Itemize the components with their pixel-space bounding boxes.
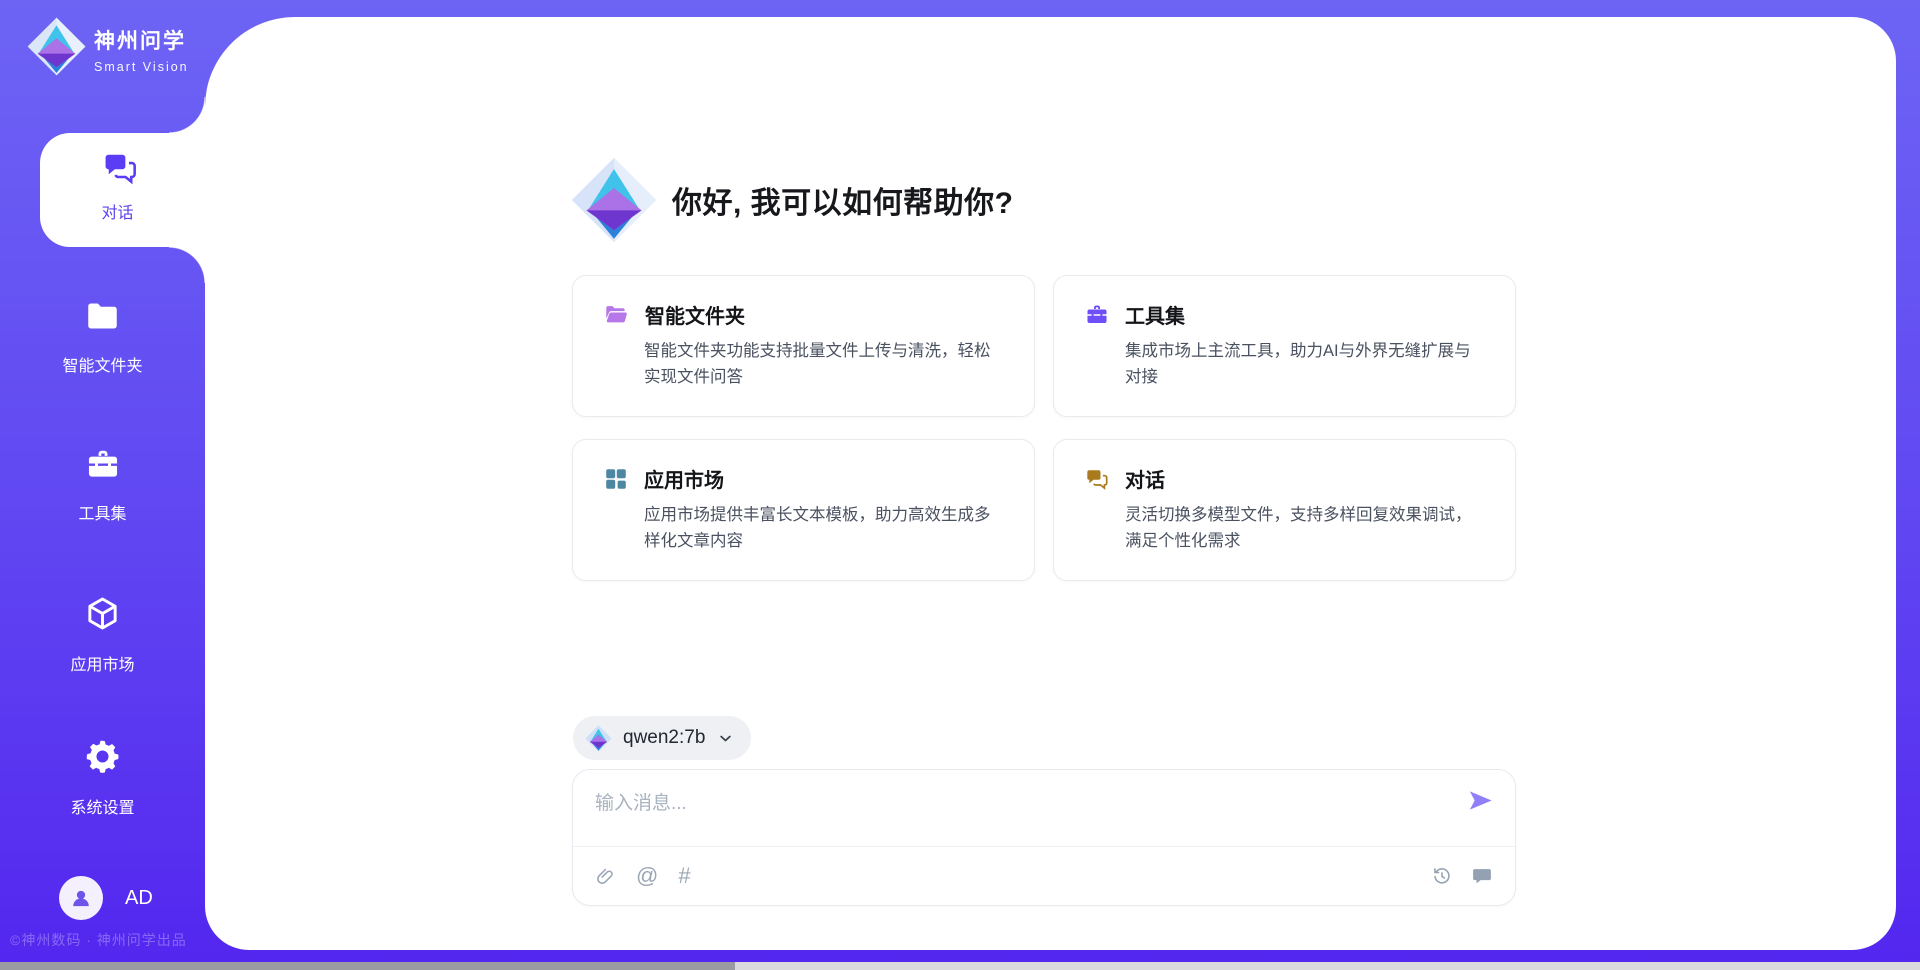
model-logo-icon (585, 725, 612, 752)
user-name: AD (125, 887, 153, 910)
sidebar-item-smart-folder[interactable]: 智能文件夹 (0, 300, 205, 376)
card-title: 对话 (1125, 464, 1165, 493)
composer-toolbar: @ # (573, 846, 1515, 905)
greeting-section: 你好, 我可以如何帮助你? (571, 157, 1014, 243)
message-input[interactable] (595, 784, 1445, 824)
sidebar-item-chat[interactable]: 对话 (40, 133, 205, 247)
sidebar: 神州问学 Smart Vision 对话 智能文件夹 (0, 0, 205, 970)
copyright-text: ©神州数码 · 神州问学出品 (10, 930, 187, 950)
mention-icon[interactable]: @ (636, 865, 658, 887)
briefcase-icon (1085, 303, 1109, 326)
sidebar-item-label: 对话 (40, 199, 195, 223)
chat-icon (1085, 467, 1109, 491)
avatar (59, 876, 103, 920)
sidebar-item-label: 应用市场 (0, 651, 205, 675)
chat-icon (102, 150, 138, 186)
sidebar-item-toolset[interactable]: 工具集 (0, 447, 205, 524)
message-composer: @ # (572, 769, 1516, 906)
card-chat[interactable]: 对话 灵活切换多模型文件，支持多样回复效果调试，满足个性化需求 (1053, 439, 1516, 581)
card-description: 灵活切换多模型文件，支持多样回复效果调试，满足个性化需求 (1125, 503, 1487, 554)
briefcase-icon (85, 447, 121, 481)
card-title: 智能文件夹 (645, 300, 745, 329)
card-smart-folder[interactable]: 智能文件夹 智能文件夹功能支持批量文件上传与清洗，轻松实现文件问答 (572, 275, 1035, 417)
model-name: qwen2:7b (623, 727, 705, 749)
assistant-logo-icon (571, 157, 657, 243)
folder-open-icon (604, 304, 629, 326)
model-selector[interactable]: qwen2:7b (573, 716, 751, 760)
sidebar-item-app-market[interactable]: 应用市场 (0, 595, 205, 675)
chevron-down-icon (716, 729, 735, 748)
sidebar-item-label: 系统设置 (0, 794, 205, 818)
folder-icon (84, 300, 121, 333)
brand: 神州问学 Smart Vision (27, 17, 189, 76)
scrollbar-thumb[interactable] (0, 962, 735, 970)
sidebar-item-label: 智能文件夹 (0, 352, 205, 376)
main-panel: 你好, 我可以如何帮助你? 智能文件夹 智能文件夹功能支持批量文件上传与清洗，轻… (205, 17, 1896, 950)
card-title: 应用市场 (644, 464, 724, 493)
feature-cards: 智能文件夹 智能文件夹功能支持批量文件上传与清洗，轻松实现文件问答 工具集 集成… (572, 275, 1516, 581)
greeting-title: 你好, 我可以如何帮助你? (672, 178, 1014, 222)
card-toolset[interactable]: 工具集 集成市场上主流工具，助力AI与外界无缝扩展与对接 (1053, 275, 1516, 417)
send-icon[interactable] (1466, 786, 1495, 815)
cube-icon (84, 595, 121, 632)
history-icon[interactable] (1431, 865, 1453, 887)
brand-logo-icon (27, 17, 86, 76)
gear-icon (84, 738, 121, 775)
apps-grid-icon (604, 467, 628, 491)
hashtag-icon[interactable]: # (678, 865, 690, 887)
card-description: 智能文件夹功能支持批量文件上传与清洗，轻松实现文件问答 (644, 339, 1006, 390)
chat-bubble-icon[interactable] (1471, 865, 1493, 887)
sidebar-item-settings[interactable]: 系统设置 (0, 738, 205, 818)
card-app-market[interactable]: 应用市场 应用市场提供丰富长文本模板，助力高效生成多样化文章内容 (572, 439, 1035, 581)
card-title: 工具集 (1125, 300, 1185, 329)
attach-file-icon[interactable] (595, 866, 616, 887)
user-profile[interactable]: AD (59, 876, 153, 920)
card-description: 应用市场提供丰富长文本模板，助力高效生成多样化文章内容 (644, 503, 1006, 554)
horizontal-scrollbar[interactable] (0, 962, 1920, 970)
brand-subtitle: Smart Vision (94, 60, 189, 74)
brand-name: 神州问学 (94, 25, 189, 55)
card-description: 集成市场上主流工具，助力AI与外界无缝扩展与对接 (1125, 339, 1487, 390)
sidebar-item-label: 工具集 (0, 500, 205, 524)
